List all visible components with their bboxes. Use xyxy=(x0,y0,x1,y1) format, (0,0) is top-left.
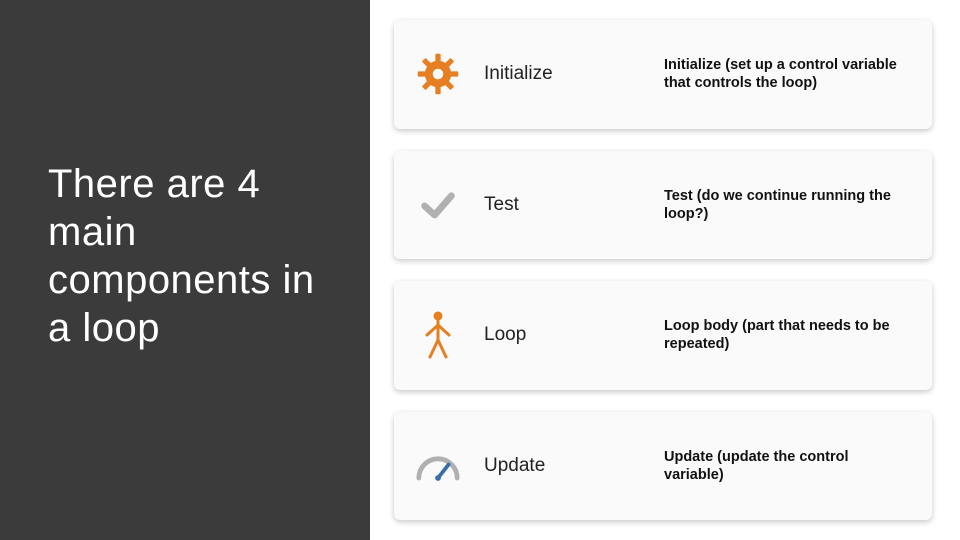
gear-icon xyxy=(412,52,464,96)
component-title: Update xyxy=(484,455,644,477)
component-description: Update (update the control variable) xyxy=(664,448,908,484)
component-card: Loop Loop body (part that needs to be re… xyxy=(394,281,932,390)
slide: There are 4 main components in a loop xyxy=(0,0,960,540)
component-title: Test xyxy=(484,194,644,216)
right-panel: Initialize Initialize (set up a control … xyxy=(380,0,950,540)
component-card: Test Test (do we continue running the lo… xyxy=(394,151,932,260)
component-description: Initialize (set up a control variable th… xyxy=(664,56,908,92)
component-title: Initialize xyxy=(484,63,644,85)
slide-title: There are 4 main components in a loop xyxy=(48,160,340,352)
component-card: Update Update (update the control variab… xyxy=(394,412,932,521)
left-panel: There are 4 main components in a loop xyxy=(0,0,370,540)
component-title: Loop xyxy=(484,324,644,346)
check-icon xyxy=(412,184,464,226)
person-icon xyxy=(412,310,464,360)
component-description: Test (do we continue running the loop?) xyxy=(664,187,908,223)
gauge-icon xyxy=(412,446,464,486)
component-description: Loop body (part that needs to be repeate… xyxy=(664,317,908,353)
component-card: Initialize Initialize (set up a control … xyxy=(394,20,932,129)
